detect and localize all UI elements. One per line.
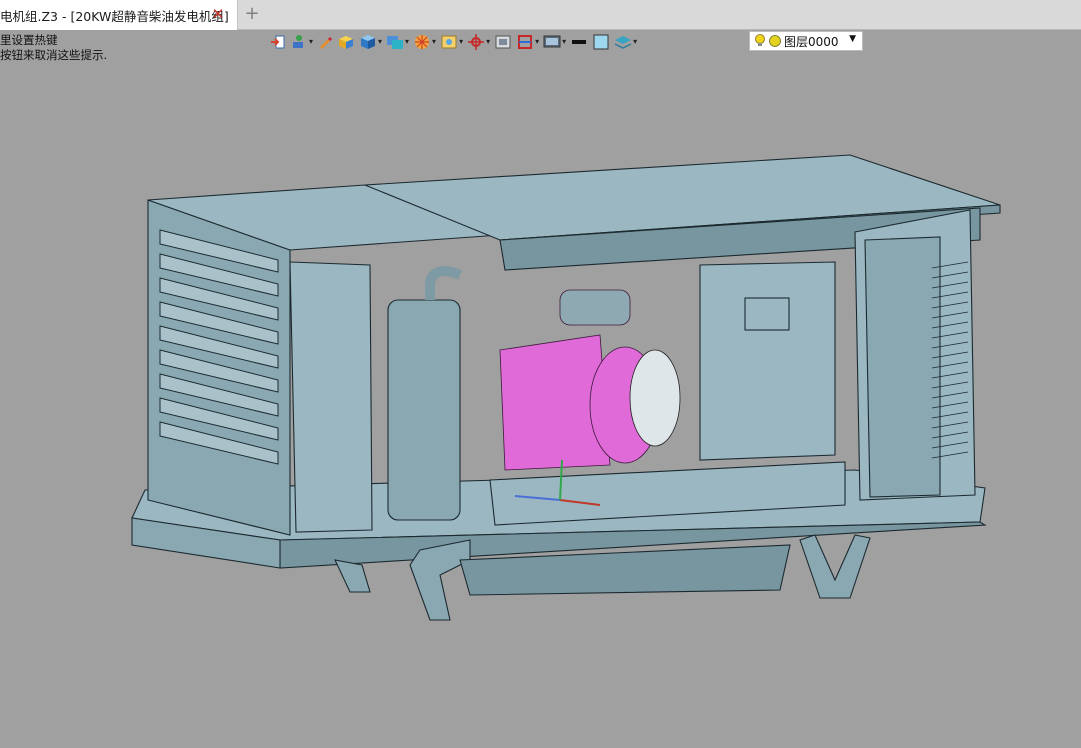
chevron-down-icon: ▾ — [432, 37, 437, 46]
screen-icon — [495, 35, 511, 49]
display-icon — [543, 35, 561, 48]
box-button[interactable] — [337, 32, 355, 52]
close-icon[interactable]: ✕ — [211, 7, 225, 22]
chevron-down-icon: ▾ — [378, 37, 383, 46]
main-toolbar: ▾ ▾ ▾ ▾ ▾ ▾ ▾ ▾ ▾ — [270, 31, 641, 53]
render-dropdown[interactable]: ▾ — [413, 32, 436, 52]
section-icon — [518, 35, 533, 49]
chevron-down-icon: ▾ — [405, 37, 410, 46]
chevron-down-icon: ▾ — [459, 37, 464, 46]
chevron-down-icon: ▾ — [535, 37, 540, 46]
render-icon — [415, 35, 430, 49]
image-dropdown[interactable]: ▾ — [440, 32, 463, 52]
new-tab-button[interactable]: + — [244, 5, 260, 23]
bulb-icon — [755, 34, 765, 46]
chevron-down-icon: ▾ — [562, 37, 567, 46]
generator-model — [131, 154, 1001, 621]
layer-color-dot-icon — [769, 35, 781, 47]
section-dropdown[interactable]: ▾ — [516, 32, 539, 52]
hint-line-1: 里设置热键 — [0, 33, 58, 47]
fill-color-icon — [593, 34, 609, 50]
chevron-down-icon: ▼ — [849, 34, 856, 44]
screen-button[interactable] — [494, 32, 512, 52]
layer-manager-dropdown[interactable]: ▾ — [614, 32, 637, 52]
chevron-down-icon: ▾ — [486, 37, 491, 46]
material-icon — [387, 36, 404, 49]
cube-dropdown[interactable]: ▾ — [359, 32, 382, 52]
chevron-down-icon: ▾ — [633, 37, 638, 46]
shape-dropdown[interactable]: ▾ — [290, 32, 313, 52]
import-icon — [271, 35, 285, 49]
axis-icon — [468, 34, 485, 50]
fill-color-button[interactable] — [592, 32, 610, 52]
document-tab[interactable]: 电机组.Z3 - [20KW超静音柴油发电机组] ✕ — [0, 0, 238, 30]
document-tab-bar: 电机组.Z3 - [20KW超静音柴油发电机组] ✕ + — [0, 0, 1081, 30]
shape-icon — [293, 35, 303, 48]
import-button[interactable] — [270, 32, 286, 52]
material-dropdown[interactable]: ▾ — [386, 32, 409, 52]
cube-icon — [361, 35, 376, 49]
layer-select[interactable]: 图层0000 ▼ — [749, 31, 863, 51]
box-icon — [339, 36, 354, 49]
image-icon — [441, 35, 457, 49]
line-color-icon — [572, 40, 587, 44]
brush-button[interactable] — [317, 32, 333, 52]
3d-viewport[interactable] — [0, 54, 1081, 744]
chevron-down-icon: ▾ — [309, 37, 314, 46]
line-color-button[interactable] — [570, 32, 588, 52]
axis-dropdown[interactable]: ▾ — [467, 32, 490, 52]
brush-icon — [320, 37, 333, 49]
layer-stack-icon — [614, 36, 632, 49]
layer-name: 图层0000 — [784, 34, 839, 49]
display-dropdown[interactable]: ▾ — [543, 32, 566, 52]
document-tab-title: 电机组.Z3 - [20KW超静音柴油发电机组] — [0, 8, 229, 24]
